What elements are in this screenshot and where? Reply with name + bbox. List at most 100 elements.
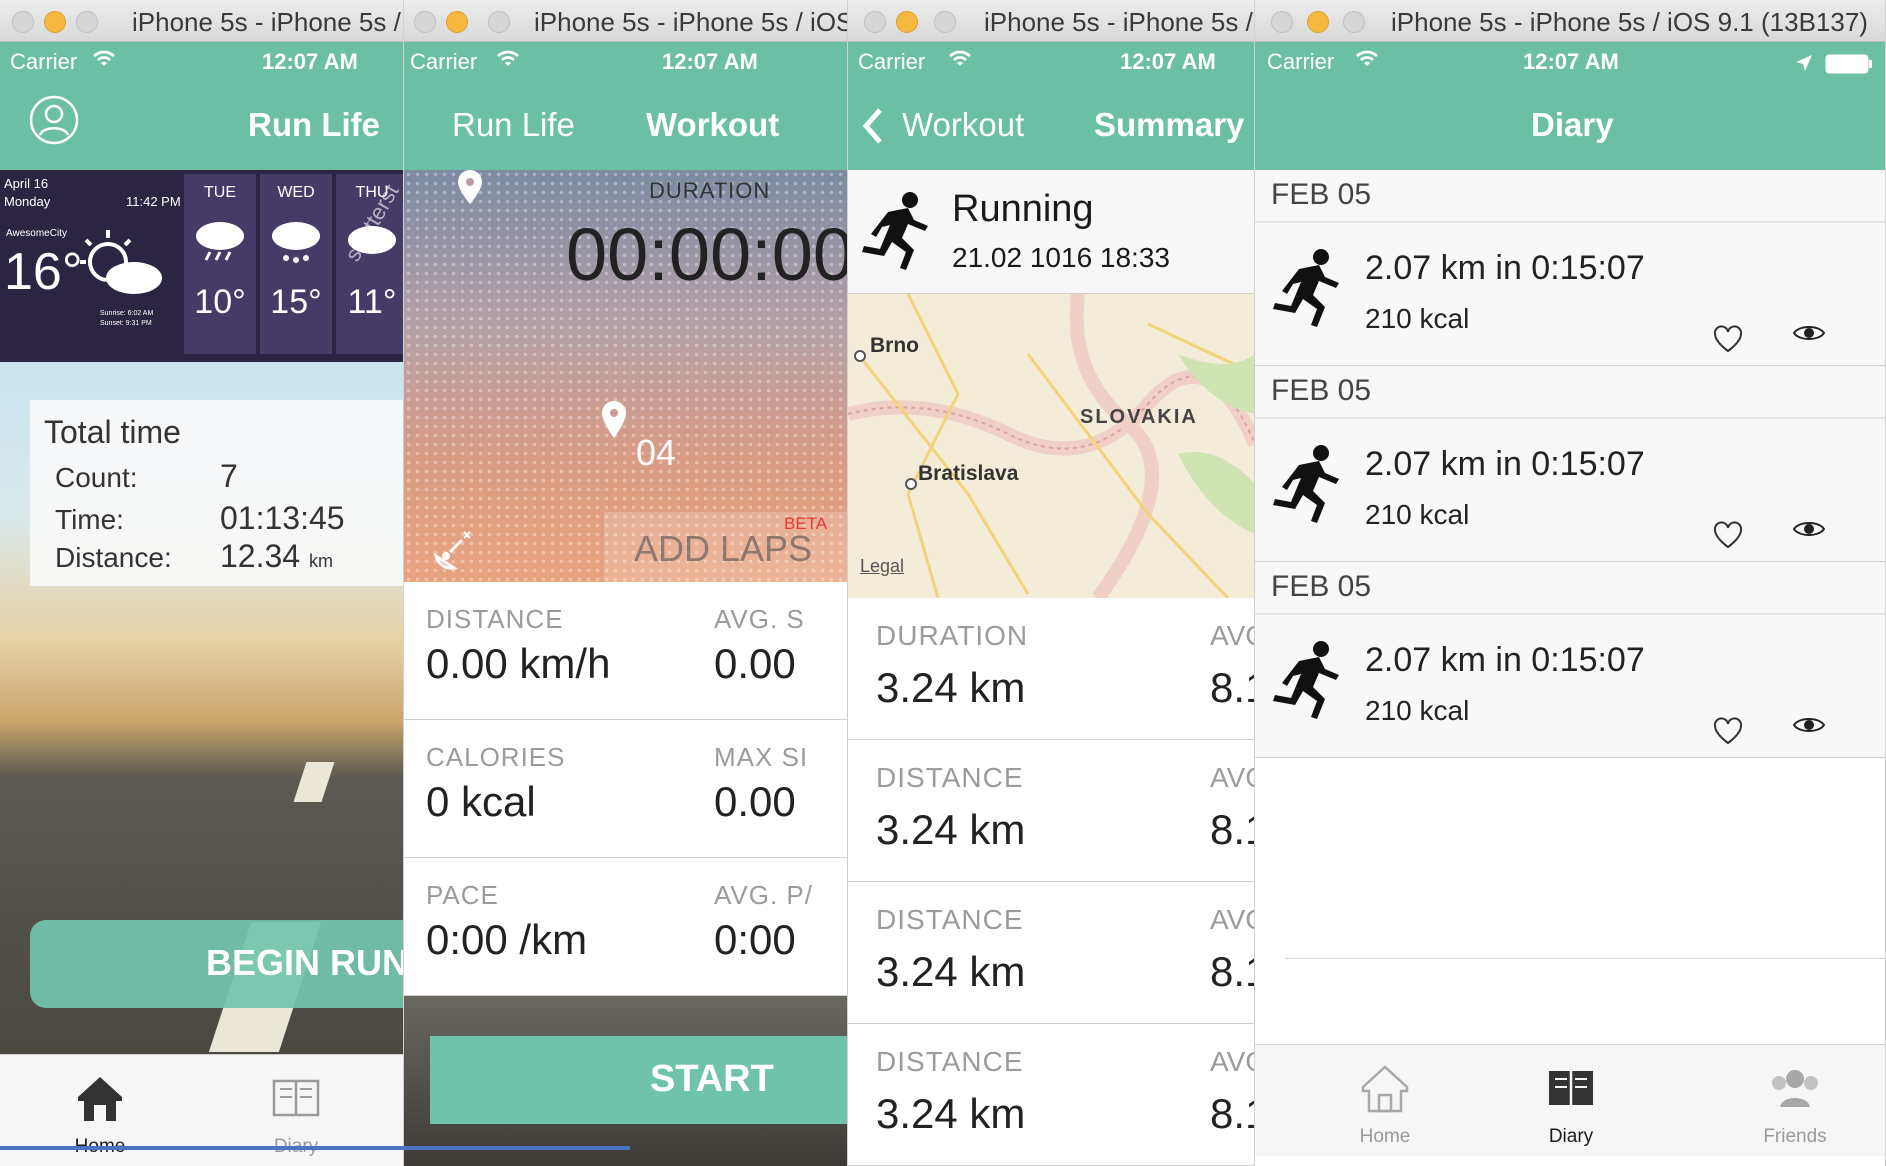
diary-entry[interactable]: 2.07 km in 0:15:07 210 kcal xyxy=(1255,418,1885,562)
runner-icon xyxy=(1269,639,1345,728)
entry-calories: 210 kcal xyxy=(1365,695,1470,726)
window-title: iPhone 5s - iPhone 5s / xyxy=(984,7,1253,37)
carrier-label: Carrier xyxy=(410,49,478,74)
metric-row: CALORIES 0 kcal MAX SI 0.00 xyxy=(404,720,847,858)
distance-value: 12.34 km xyxy=(220,538,333,574)
nav-title: Summary xyxy=(1094,106,1245,143)
route-map[interactable]: Brno Bratislava SLOVAKIA Legal xyxy=(848,294,1254,598)
wifi-icon xyxy=(92,48,116,74)
duration-label: DURATION xyxy=(649,178,771,203)
metric-row: PACE 0:00 /km AVG. P/ 0:00 xyxy=(404,858,847,996)
tab-diary[interactable]: Diary xyxy=(1491,1063,1651,1148)
distance-row: Distance: 12.34 km xyxy=(55,538,333,574)
window-title: iPhone 5s - iPhone 5s / iOS 9.1 (13B137) xyxy=(1391,7,1868,37)
profile-icon[interactable] xyxy=(28,94,80,151)
carrier-label: Carrier xyxy=(10,49,78,74)
eye-icon[interactable] xyxy=(1792,519,1826,544)
map-pin-number: 04 xyxy=(636,432,677,473)
minimize-window-button[interactable] xyxy=(1307,11,1329,33)
carrier-label: Carrier xyxy=(1267,49,1335,74)
simulator-window-summary: iPhone 5s - iPhone 5s / Carrier 12:07 AM… xyxy=(848,0,1255,1166)
close-window-button[interactable] xyxy=(414,11,436,33)
location-arrow-icon xyxy=(1795,52,1813,78)
eye-icon[interactable] xyxy=(1792,323,1826,348)
entry-summary: 2.07 km in 0:15:07 xyxy=(1365,445,1645,483)
chevron-left-icon[interactable] xyxy=(860,106,884,151)
forecast-day: WED 15° xyxy=(260,174,332,354)
tab-bar: Home Diary Friends xyxy=(1255,1044,1885,1156)
zoom-window-button[interactable] xyxy=(934,11,956,33)
map-pin-icon xyxy=(600,400,628,445)
map-label-region: SLOVAKIA xyxy=(1080,406,1198,428)
title-bar: iPhone 5s - iPhone 5s / xyxy=(848,0,1254,42)
start-button[interactable]: START xyxy=(430,1036,847,1124)
eye-icon[interactable] xyxy=(1792,715,1826,740)
count-value: 7 xyxy=(220,458,238,494)
close-window-button[interactable] xyxy=(864,11,886,33)
weather-date: April 16 xyxy=(4,176,49,191)
map-pin-icon xyxy=(456,170,484,211)
list-divider xyxy=(1285,958,1885,959)
back-button[interactable]: Workout xyxy=(902,106,1024,144)
weather-city: AwesomeCity xyxy=(6,228,67,239)
zoom-window-button[interactable] xyxy=(1343,11,1365,33)
tab-friends[interactable]: Friends xyxy=(1715,1063,1875,1148)
nav-bar: Diary xyxy=(1255,82,1885,170)
map-legal-link[interactable]: Legal xyxy=(860,556,904,577)
distance-label: Distance: xyxy=(55,542,172,573)
battery-icon xyxy=(1825,54,1873,80)
entry-summary: 2.07 km in 0:15:07 xyxy=(1365,641,1645,679)
home-icon xyxy=(74,1077,126,1127)
close-window-button[interactable] xyxy=(12,11,34,33)
duration-value: 00:00:00 xyxy=(566,213,848,296)
summary-row: DURATION 3.24 km AVG 8.1 xyxy=(848,598,1254,740)
beta-badge: BETA xyxy=(784,514,828,533)
weather-sunset: Sunset: 9:31 PM xyxy=(100,320,152,327)
heart-icon[interactable] xyxy=(1713,717,1743,753)
diary-icon xyxy=(270,1079,322,1127)
nav-title: Run Life xyxy=(248,106,380,143)
status-bar: Carrier 12:07 AM xyxy=(848,42,1254,82)
nav-title: Workout xyxy=(646,106,780,143)
window-title: iPhone 5s - iPhone 5s / xyxy=(132,7,401,37)
zoom-window-button[interactable] xyxy=(76,11,98,33)
runner-icon xyxy=(1269,443,1345,532)
back-button[interactable]: Run Life xyxy=(452,106,575,144)
entry-calories: 210 kcal xyxy=(1365,499,1470,530)
zoom-window-button[interactable] xyxy=(488,11,510,33)
window-title: iPhone 5s - iPhone 5s / iOS xyxy=(534,7,848,37)
simulator-window-diary: iPhone 5s - iPhone 5s / iOS 9.1 (13B137)… xyxy=(1255,0,1886,1166)
wifi-icon xyxy=(1355,48,1379,74)
runner-icon xyxy=(858,190,934,279)
minimize-window-button[interactable] xyxy=(44,11,66,33)
summary-row: DISTANCE 3.24 km AVG 8.1 xyxy=(848,882,1254,1024)
time-label: Time: xyxy=(55,504,124,535)
summary-row: DISTANCE 3.24 km AVG 8.1 xyxy=(848,740,1254,882)
map-label-city: Brno xyxy=(870,334,919,357)
title-bar: iPhone 5s - iPhone 5s / xyxy=(0,0,403,42)
status-bar: Carrier 12:07 AM xyxy=(1255,42,1885,82)
satellite-icon[interactable] xyxy=(430,526,476,582)
map-label-city: Bratislava xyxy=(918,462,1019,485)
runner-icon xyxy=(1269,247,1345,336)
heart-icon[interactable] xyxy=(1713,325,1743,361)
diary-entry[interactable]: 2.07 km in 0:15:07 210 kcal xyxy=(1255,222,1885,366)
distance-unit: km xyxy=(308,551,333,571)
weather-day: Monday xyxy=(4,194,51,209)
scroll-indicator xyxy=(0,1146,630,1150)
simulator-window-home: iPhone 5s - iPhone 5s / Carrier 12:07 AM… xyxy=(0,0,404,1166)
weather-sunrise: Sunrise: 6:02 AM xyxy=(100,310,154,317)
weather-time: 11:42 PM xyxy=(126,194,181,209)
minimize-window-button[interactable] xyxy=(446,11,468,33)
activity-datetime: 21.02 1016 18:33 xyxy=(952,242,1170,273)
minimize-window-button[interactable] xyxy=(896,11,918,33)
begin-run-button[interactable]: BEGIN RUN xyxy=(30,920,403,1008)
close-window-button[interactable] xyxy=(1271,11,1293,33)
metric-row: DISTANCE 0.00 km/h AVG. S 0.00 xyxy=(404,582,847,720)
weather-widget: April 16 Monday 11:42 PM AwesomeCity 16°… xyxy=(0,170,403,362)
rain-cloud-icon xyxy=(260,216,332,275)
heart-icon[interactable] xyxy=(1713,521,1743,557)
diary-entry[interactable]: 2.07 km in 0:15:07 210 kcal xyxy=(1255,614,1885,758)
entry-summary: 2.07 km in 0:15:07 xyxy=(1365,249,1645,287)
tab-home[interactable]: Home xyxy=(1305,1063,1465,1148)
